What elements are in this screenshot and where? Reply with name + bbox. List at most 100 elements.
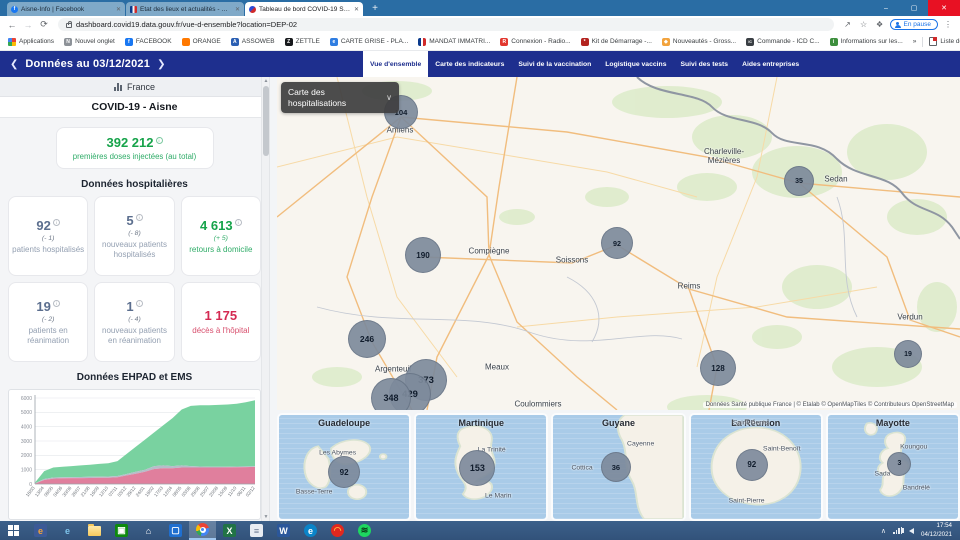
taskbar-excel[interactable]: X [216,521,243,540]
info-icon[interactable]: i [156,137,163,144]
map-bubble[interactable]: 3 [887,452,911,476]
map-layer-dropdown[interactable]: Carte des hospitalisations ∨ [281,82,399,113]
map-bubble[interactable]: 246 [348,320,386,358]
scroll-up-arrow[interactable]: ▲ [262,77,270,85]
nav-tab-vue-d-ensemble[interactable]: Vue d'ensemble [363,51,428,77]
map-bubble[interactable]: 128 [700,350,736,386]
map-bubble[interactable]: 153 [459,450,495,486]
nav-tab-carte-des-indicateurs[interactable]: Carte des indicateurs [428,51,511,77]
taskbar-firefox[interactable]: ◠ [324,521,351,540]
taskbar-file-explorer[interactable] [81,521,108,540]
overseas-map-mayotte[interactable]: MayotteKoungouSadaBandrélé3 [826,413,960,521]
sidebar-scrollbar[interactable]: ▲ ▼ [261,77,269,521]
map-bubble[interactable]: 92 [736,449,768,481]
map-bubble[interactable]: 92 [601,227,633,259]
taskbar-internet-explorer[interactable]: e [54,521,81,540]
minimize-button[interactable]: – [872,0,900,16]
hospitalisations-map[interactable]: AmiensCharleville- MézièresSedanCompiègn… [277,77,960,410]
prev-date-chevron[interactable]: ❮ [10,59,18,70]
tab-close-icon[interactable]: ✕ [354,6,359,13]
bookmark-item[interactable]: MANDAT IMMATRI... [418,38,490,46]
tab-close-icon[interactable]: ✕ [116,6,121,13]
clock[interactable]: 17:54 04/12/2021 [921,522,952,539]
url-field[interactable]: dashboard.covid19.data.gouv.fr/vue-d-ens… [58,18,834,31]
map-bubble[interactable]: 92 [328,456,360,488]
bookmarks-overflow-button[interactable]: » [913,38,917,45]
url-text: dashboard.covid19.data.gouv.fr/vue-d-ens… [76,20,297,29]
info-icon[interactable]: i [136,300,143,307]
bookmark-item[interactable]: NNouvel onglet [64,38,115,46]
profile-person-icon [895,22,901,28]
taskbar-edge[interactable]: e [297,521,324,540]
taskbar-photos-app[interactable]: ▢ [162,521,189,540]
taskbar-office-pages[interactable]: ≡ [243,521,270,540]
hidden-icons-chevron[interactable]: ∧ [881,527,886,535]
windows-store-icon: ▣ [115,524,128,537]
info-icon[interactable]: i [53,300,60,307]
bookmark-item[interactable]: ◆Nouveautés - Gross... [662,38,736,46]
bookmark-item[interactable]: eCARTE GRISE - PLA... [330,38,408,46]
browser-tab[interactable]: fAisne-Info | Facebook✕ [7,2,125,16]
reload-button[interactable]: ⟳ [38,19,50,31]
map-bubble[interactable]: 190 [405,237,441,273]
nav-tab-suivi-des-tests[interactable]: Suivi des tests [673,51,735,77]
vaccine-doses-value: 392 212i [63,135,207,150]
overseas-map-martinique[interactable]: MartiniqueLa TrinitéLe Marin153 [414,413,548,521]
info-icon[interactable]: i [136,214,143,221]
nav-tab-suivi-de-la-vaccination[interactable]: Suivi de la vaccination [511,51,598,77]
share-icon[interactable]: ↗ [842,20,854,29]
bookmark-star-icon[interactable]: ☆ [858,20,870,29]
stat-delta: (- 4) [98,316,170,323]
bookmark-item[interactable]: AASSOWEB [231,38,275,46]
scrollbar-thumb[interactable] [263,86,269,156]
bookmark-item[interactable]: *Kit de Démarrage -... [581,38,652,46]
overseas-map-reunion[interactable]: La RéunionSaint-DenisSaint-BenoîtSaint-P… [689,413,823,521]
info-icon[interactable]: i [53,219,60,226]
taskbar-spotify[interactable]: ≋ [351,521,378,540]
taskbar-windows-store[interactable]: ▣ [108,521,135,540]
bookmark-item[interactable]: RConnexion - Radio... [500,38,570,46]
bookmark-item[interactable]: ICCommande - ICD C... [746,38,820,46]
reading-list-button[interactable]: Liste de lecture [929,37,960,46]
bookmark-item[interactable]: fFACEBOOK [125,38,172,46]
map-bubble[interactable]: 19 [894,340,922,368]
overseas-map-guadeloupe[interactable]: GuadeloupeLes AbymesBasse-Terre92 [277,413,411,521]
overseas-map-guyane[interactable]: GuyaneCayenneCottica36 [551,413,685,521]
info-icon[interactable]: i [235,219,242,226]
taskbar-home-app[interactable]: ⌂ [135,521,162,540]
taskbar-app-ebp[interactable]: e [27,521,54,540]
scroll-down-arrow[interactable]: ▼ [262,513,270,521]
nav-tab-aides-entreprises[interactable]: Aides entreprises [735,51,806,77]
browser-tab[interactable]: Tableau de bord COVID-19 Suivi✕ [245,2,363,16]
map-layer-label: Carte des hospitalisations [288,87,380,108]
bookmark-item[interactable]: ORANGE [182,38,221,46]
taskbar-chrome[interactable] [189,521,216,540]
taskbar-word[interactable]: W [270,521,297,540]
browser-tab[interactable]: Etat des lieux et actualités - Mini✕ [126,2,244,16]
forward-button[interactable]: → [22,19,34,31]
tab-close-icon[interactable]: ✕ [235,6,240,13]
map-bubble[interactable]: 348 [371,378,411,410]
back-button[interactable]: ← [6,19,18,31]
bookmark-item[interactable]: iInformations sur les... [830,38,903,46]
bookmark-label: Nouvel onglet [75,38,115,45]
divider [922,37,923,47]
svg-text:12/10: 12/10 [98,485,109,497]
maximize-button[interactable]: ▢ [900,0,928,16]
region-selector[interactable]: France [0,77,269,97]
nav-tab-logistique-vaccins[interactable]: Logistique vaccins [598,51,673,77]
taskbar-start-button[interactable] [0,521,27,540]
map-bubble[interactable]: 35 [784,166,814,196]
map-bubble[interactable]: 36 [601,452,631,482]
extensions-icon[interactable]: ❖ [874,20,886,29]
close-button[interactable]: ✕ [928,0,960,16]
next-date-chevron[interactable]: ❯ [157,59,165,70]
profile-button[interactable]: En pause [890,19,938,30]
volume-icon[interactable] [909,528,914,534]
new-tab-button[interactable]: + [369,3,381,15]
app-ebp-icon: e [34,524,47,537]
bookmark-item[interactable]: Applications [8,38,54,46]
browser-menu-icon[interactable]: ⋮ [942,20,954,29]
stat-value: 1 175 [185,308,257,323]
bookmark-item[interactable]: ZZETTLE [285,38,320,46]
